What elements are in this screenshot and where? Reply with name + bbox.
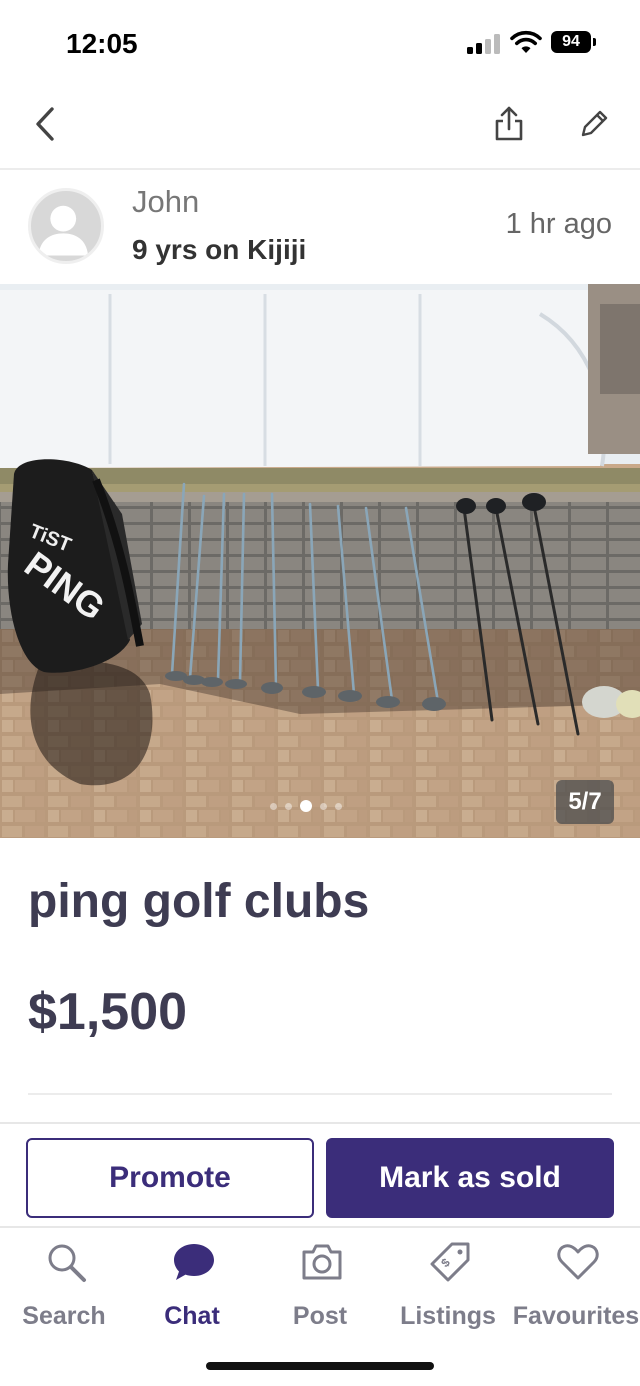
status-time: 12:05: [66, 28, 138, 59]
page-dot: [285, 802, 292, 810]
edit-pencil-icon[interactable]: [576, 106, 612, 142]
mark-as-sold-button[interactable]: Mark as sold: [326, 1138, 614, 1218]
battery-level: 94: [551, 31, 591, 53]
nav-item-post[interactable]: Post: [256, 1236, 384, 1332]
page-dot: [335, 802, 342, 810]
page-dot: [320, 802, 327, 810]
posted-time: 1 hr ago: [505, 208, 612, 240]
seller-name[interactable]: John: [132, 184, 199, 220]
gallery-page-dots: [270, 800, 342, 812]
svg-text:$: $: [438, 1255, 453, 1270]
nav-item-search[interactable]: Search: [0, 1236, 128, 1332]
seller-info[interactable]: John 9 yrs on Kijiji 1 hr ago: [0, 172, 640, 284]
listing-price: $1,500: [28, 983, 188, 1041]
promote-button[interactable]: Promote: [26, 1138, 314, 1218]
wifi-icon: [510, 30, 542, 53]
heart-icon: [557, 1244, 599, 1280]
action-bar: Promote Mark as sold: [0, 1122, 640, 1228]
nav-item-favourites[interactable]: Favourites: [512, 1236, 640, 1332]
battery-icon: 94: [551, 31, 597, 53]
nav-label-search: Search: [22, 1302, 106, 1330]
search-icon: [48, 1244, 86, 1282]
share-icon[interactable]: [490, 102, 528, 146]
listing-title: ping golf clubs: [28, 875, 370, 928]
nav-label-favourites: Favourites: [512, 1302, 640, 1330]
bottom-navigation: Search Chat Post $ Listings Favourites: [0, 1228, 640, 1338]
page-dot: [270, 802, 277, 810]
top-bar: [0, 88, 640, 170]
status-bar: 12:05 94: [0, 0, 640, 88]
nav-item-chat[interactable]: Chat: [128, 1236, 256, 1332]
avatar[interactable]: [28, 188, 104, 264]
camera-icon: [302, 1244, 342, 1280]
nav-label-listings: Listings: [400, 1302, 496, 1330]
listing-photo: TiST PING: [0, 284, 640, 838]
cellular-signal-icon: [467, 34, 501, 54]
home-indicator[interactable]: [206, 1362, 434, 1370]
nav-label-post: Post: [292, 1302, 348, 1330]
photo-counter: 5/7: [556, 780, 614, 824]
photo-gallery[interactable]: TiST PING: [0, 284, 640, 838]
back-arrow-icon[interactable]: [26, 102, 66, 146]
divider: [28, 1093, 612, 1095]
seller-tenure: 9 yrs on Kijiji: [132, 234, 307, 265]
page-dot-active: [300, 800, 312, 812]
default-avatar-icon: [38, 205, 89, 256]
nav-item-listings[interactable]: $ Listings: [384, 1236, 512, 1332]
nav-label-chat: Chat: [164, 1302, 220, 1330]
price-tag-icon: $: [430, 1242, 470, 1282]
chat-icon: [174, 1244, 214, 1280]
